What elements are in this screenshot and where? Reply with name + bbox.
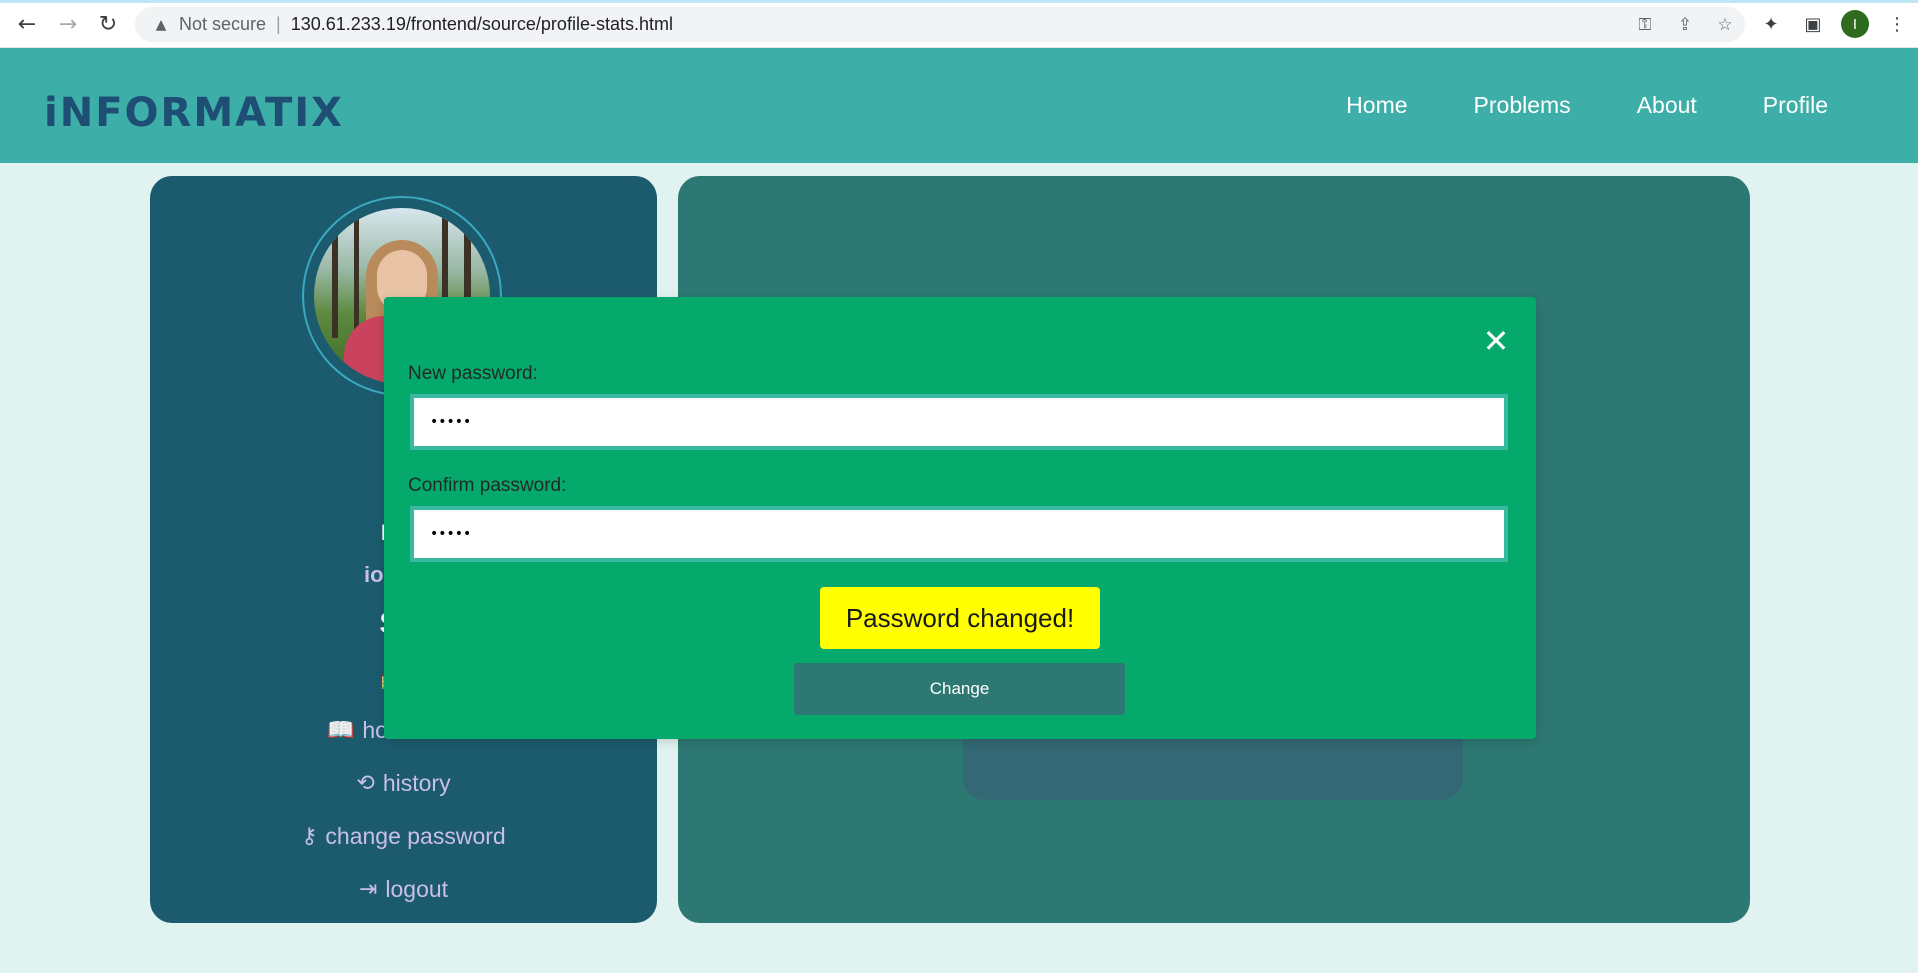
nav-problems-link[interactable]: Problems (1474, 92, 1571, 119)
confirm-password-label: Confirm password: (408, 475, 567, 496)
browser-toolbar: ← → ↻ ▲ Not secure | 130.61.233.19/front… (0, 0, 1918, 48)
history-icon: ⟲ (356, 770, 375, 796)
profile-menu-change-password[interactable]: ⚷ change password (301, 822, 505, 850)
reload-icon: ↻ (98, 11, 118, 37)
change-password-button[interactable]: Change (794, 663, 1125, 715)
address-bar[interactable]: ▲ Not secure | 130.61.233.19/frontend/so… (135, 7, 1745, 42)
site-header: iNFORMATIX Home Problems About Profile (0, 48, 1918, 163)
profile-menu-label: change password (325, 822, 506, 849)
logout-icon: ⇥ (358, 876, 378, 902)
url-text[interactable]: 130.61.233.19/frontend/source/profile-st… (291, 14, 673, 35)
back-button[interactable]: ← (12, 9, 42, 39)
profile-menu-logout[interactable]: ⇥ logout (359, 875, 448, 903)
site-logo[interactable]: iNFORMATIX (44, 90, 344, 136)
warning-icon: ▲ (155, 16, 167, 33)
book-icon: 📖 (326, 717, 355, 743)
arrow-right-icon: → (58, 11, 78, 37)
bookmark-star-icon[interactable]: ☆ (1713, 13, 1737, 37)
change-password-modal: ✕ New password: ••••• Confirm password: … (384, 297, 1536, 739)
share-icon[interactable]: ⇪ (1673, 13, 1697, 37)
main-navigation: Home Problems About Profile (1346, 48, 1828, 163)
profile-menu-history[interactable]: ⟲ history (356, 769, 450, 797)
new-password-label: New password: (408, 363, 538, 384)
forward-button[interactable]: → (53, 9, 83, 39)
nav-home-link[interactable]: Home (1346, 92, 1407, 119)
nav-about-link[interactable]: About (1637, 92, 1697, 119)
confirm-password-input[interactable]: ••••• (410, 506, 1508, 562)
browser-profile-avatar[interactable]: I (1841, 10, 1869, 38)
profile-menu-label: history (382, 769, 451, 796)
new-password-input[interactable]: ••••• (410, 394, 1508, 450)
reload-button[interactable]: ↻ (93, 9, 123, 39)
security-label[interactable]: Not secure (179, 14, 266, 35)
loading-strip (0, 0, 1918, 3)
key-icon[interactable]: ⚿ (1633, 13, 1657, 37)
close-icon[interactable]: ✕ (1480, 322, 1512, 360)
status-message: Password changed! (820, 587, 1100, 649)
address-bar-actions: ⚿ ⇪ ☆ (1633, 7, 1737, 42)
side-panel-icon[interactable]: ▣ (1799, 10, 1827, 38)
menu-kebab-icon[interactable]: ⋮ (1883, 10, 1911, 38)
extensions-puzzle-icon[interactable]: ✦ (1757, 10, 1785, 38)
url-separator: | (276, 14, 281, 34)
key-icon: ⚷ (301, 823, 318, 849)
arrow-left-icon: ← (17, 11, 37, 37)
browser-extension-area: ✦ ▣ I ⋮ (1757, 9, 1911, 39)
nav-profile-link[interactable]: Profile (1763, 92, 1828, 119)
profile-menu-label: logout (385, 875, 449, 902)
